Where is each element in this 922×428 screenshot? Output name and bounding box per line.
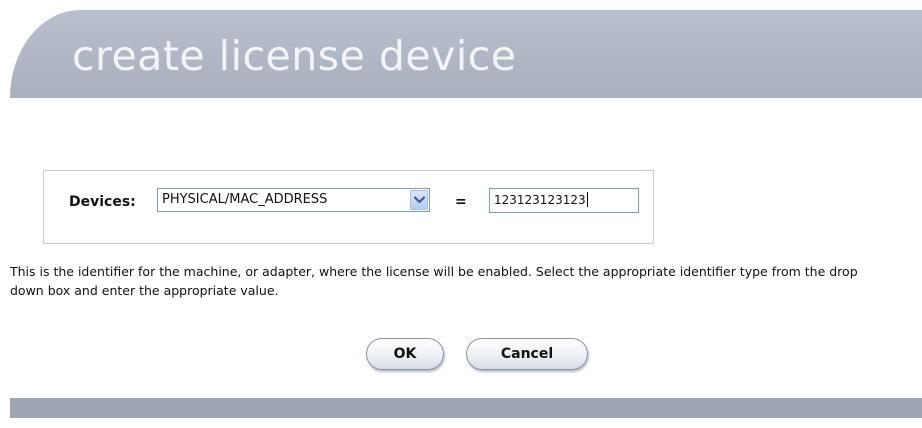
page-header: create license device [10,10,922,98]
create-license-device-page: create license device Devices: PHYSICAL/… [0,0,922,428]
chevron-down-icon [414,196,425,204]
device-type-selected-value: PHYSICAL/MAC_ADDRESS [162,192,328,207]
text-caret [586,192,588,207]
device-value-input[interactable]: 123123123123 [489,188,639,213]
device-value-text: 123123123123 [494,193,586,207]
help-text: This is the identifier for the machine, … [10,264,858,298]
device-type-select[interactable]: PHYSICAL/MAC_ADDRESS [157,188,430,212]
form-panel: Devices: PHYSICAL/MAC_ADDRESS = 12312312… [10,98,922,398]
ok-button[interactable]: OK [366,338,444,370]
dropdown-button[interactable] [410,190,428,210]
equals-sign: = [455,194,467,210]
footer-bar [10,398,922,418]
devices-label: Devices: [69,194,136,210]
devices-fieldset: Devices: PHYSICAL/MAC_ADDRESS = 12312312… [43,170,654,244]
cancel-button[interactable]: Cancel [466,338,588,370]
page-title: create license device [72,32,517,80]
